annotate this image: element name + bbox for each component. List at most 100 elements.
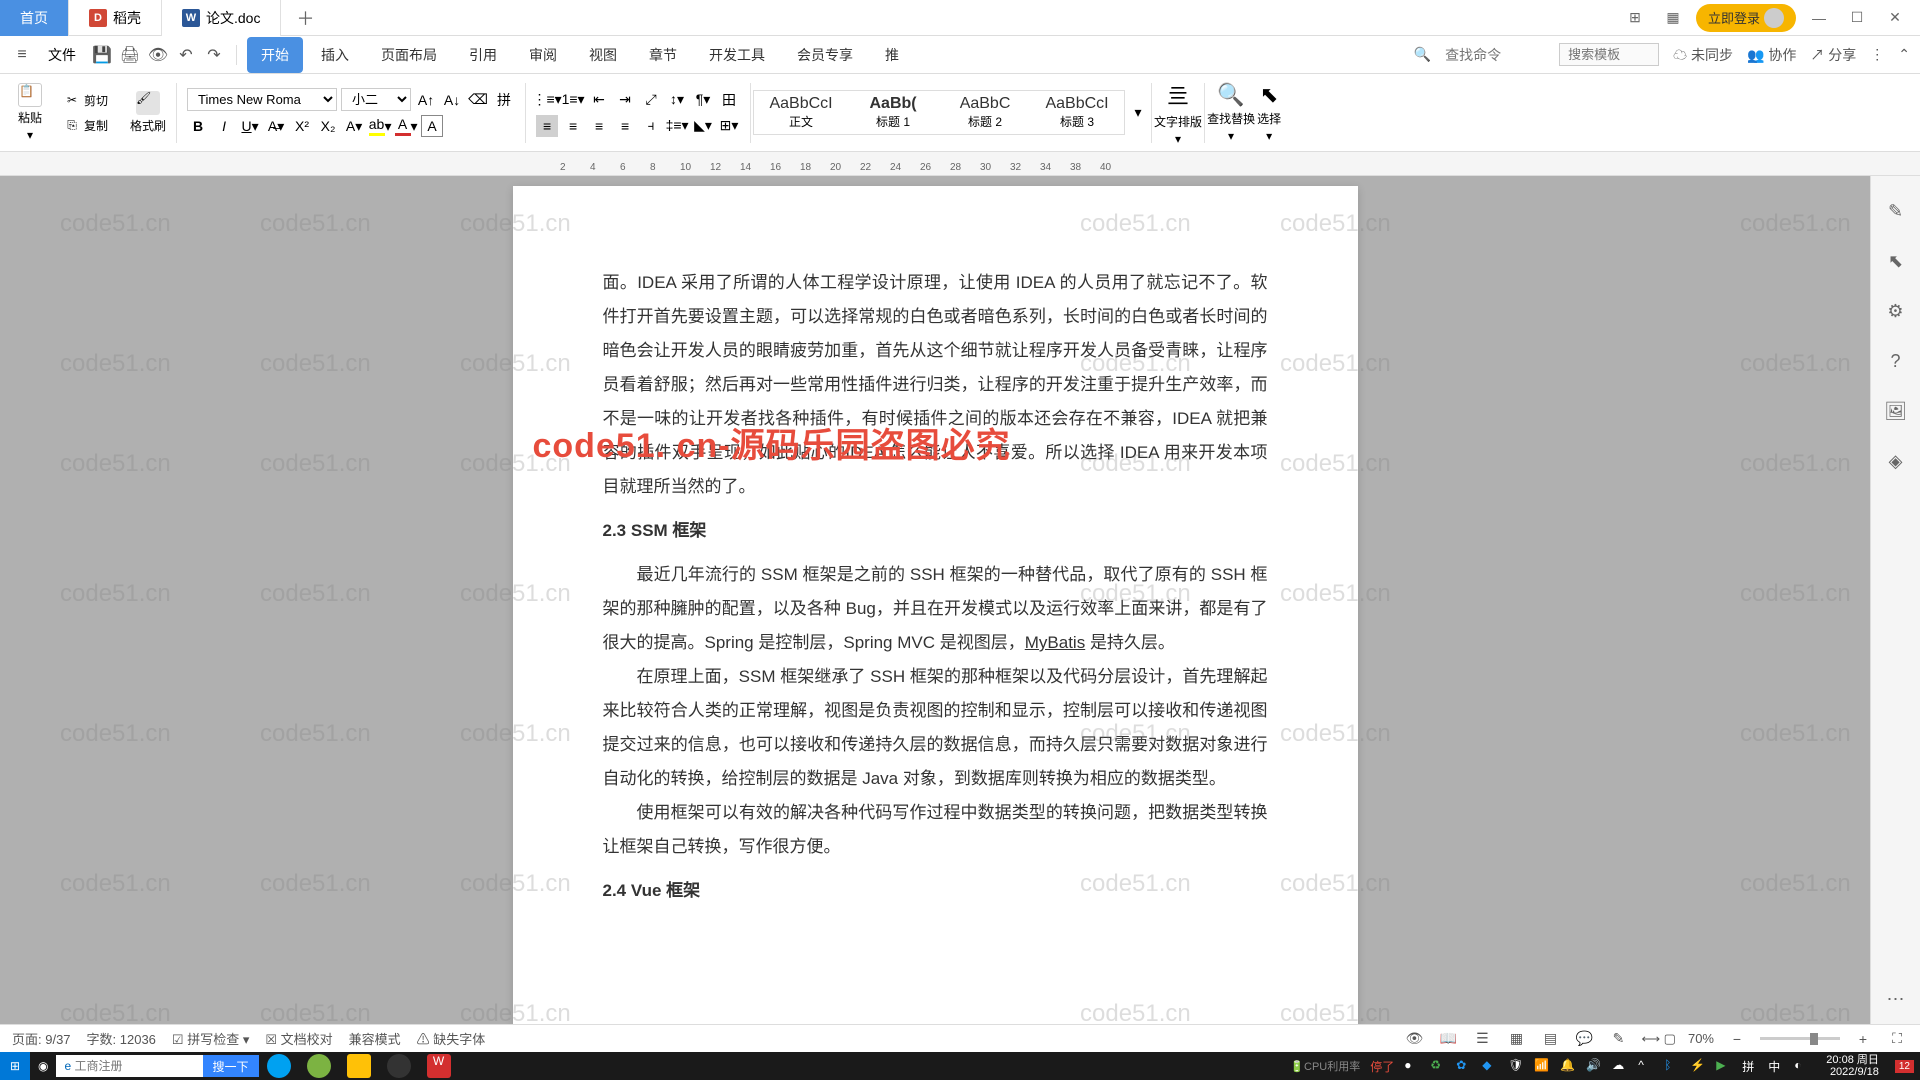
missing-font[interactable]: ⚠ 缺失字体 [417,1029,486,1048]
underline-button[interactable]: U▾ [239,115,261,137]
zoom-out-button[interactable]: − [1726,1028,1748,1050]
layout-icon[interactable]: ⊞ [1620,3,1650,33]
collab-button[interactable]: 👥 协作 [1747,45,1796,65]
doc-paragraph[interactable]: 在原理上面，SSM 框架继承了 SSH 框架的那种框架以及代码分层设计，首先理解… [603,660,1268,796]
line-height-button[interactable]: ‡≡▾ [666,115,688,137]
tray-icon[interactable]: ⚡ [1690,1058,1706,1074]
style-normal[interactable]: AaBbCcI正文 [756,93,846,132]
page-indicator[interactable]: 页面: 9/37 [12,1029,71,1048]
highlight-button[interactable]: ab▾ [369,115,391,137]
tray-icon[interactable]: ☁ [1612,1058,1628,1074]
print-icon[interactable]: 🖨 [118,43,142,67]
font-size-select[interactable]: 小二 [341,88,411,111]
menu-insert[interactable]: 插入 [307,37,363,73]
taskbar-search[interactable]: e [56,1055,202,1077]
tray-icon[interactable]: 🔔 [1560,1058,1576,1074]
copilot-icon[interactable]: ◉ [30,1052,56,1080]
style-more-button[interactable]: ▾ [1127,102,1149,124]
zoom-slider[interactable] [1760,1037,1840,1040]
tray-icon[interactable]: ✿ [1456,1058,1472,1074]
tray-icon[interactable]: ◐ [1794,1058,1810,1074]
web-view-icon[interactable]: ▦ [1505,1028,1527,1050]
align-center-button[interactable]: ≡ [562,115,584,137]
fullscreen-icon[interactable]: ⛶ [1886,1028,1908,1050]
menu-layout[interactable]: 页面布局 [367,37,451,73]
menu-chapter[interactable]: 章节 [635,37,691,73]
zoom-level[interactable]: 70% [1688,1031,1714,1046]
doc-paragraph[interactable]: 使用框架可以有效的解决各种代码写作过程中数据类型的转换问题，把数据类型转换让框架… [603,796,1268,864]
app-wps[interactable]: W [419,1052,459,1080]
reading-view-icon[interactable]: 📖 [1437,1028,1459,1050]
menu-view[interactable]: 视图 [575,37,631,73]
increase-indent-button[interactable]: ⇥ [614,89,636,111]
sort-button[interactable]: ⤢ [640,89,662,111]
styles-gallery[interactable]: AaBbCcI正文 AaBb(标题 1 AaBbC标题 2 AaBbCcI标题 … [753,90,1125,135]
compat-mode[interactable]: 兼容模式 [349,1029,401,1048]
doc-heading-ssm[interactable]: 2.3 SSM 框架 [603,514,1268,548]
file-menu[interactable]: 文件 [38,41,86,69]
tabs-button[interactable]: ⊞▾ [718,115,740,137]
tray-icon[interactable]: ◆ [1482,1058,1498,1074]
bullets-button[interactable]: ⋮≡▾ [536,89,558,111]
tray-icon[interactable]: 📶 [1534,1058,1550,1074]
align-right-button[interactable]: ≡ [588,115,610,137]
shrink-font-icon[interactable]: A↓ [441,89,463,111]
style-h3[interactable]: AaBbCcI标题 3 [1032,93,1122,132]
char-shading-button[interactable]: A [421,115,443,137]
maximize-button[interactable]: ☐ [1842,3,1872,33]
proofread-button[interactable]: ☒ 文档校对 [265,1029,332,1048]
align-justify-button[interactable]: ≡ [614,115,636,137]
ime-icon[interactable]: 中 [1768,1058,1784,1074]
zoom-in-button[interactable]: + [1852,1028,1874,1050]
share-button[interactable]: ↗ 分享 [1810,45,1856,65]
shading-button[interactable]: ◣▾ [692,115,714,137]
borders-button[interactable]: 田 [718,89,740,111]
font-color-button[interactable]: A▾ [395,115,417,137]
doc-paragraph[interactable]: 最近几年流行的 SSM 框架是之前的 SSH 框架的一种替代品，取代了原有的 S… [603,558,1268,660]
tab-new[interactable]: ＋ [281,5,329,31]
preview-icon[interactable]: 👁 [146,43,170,67]
italic-button[interactable]: I [213,115,235,137]
start-button[interactable]: ⊞ [0,1052,30,1080]
bluetooth-icon[interactable]: ᛒ [1664,1058,1680,1074]
mybatis-link[interactable]: MyBatis [1025,633,1085,652]
tray-icon[interactable]: ● [1404,1058,1420,1074]
cut-button[interactable]: ✂剪切 [60,90,112,111]
menu-more-icon[interactable]: ⋮ [1870,46,1884,63]
taskbar-search-input[interactable] [75,1059,195,1073]
menu-references[interactable]: 引用 [455,37,511,73]
find-replace-button[interactable]: 🔍查找替换▾ [1207,82,1255,143]
clear-format-icon[interactable]: ⌫ [467,89,489,111]
spell-check-button[interactable]: ☑ 拼写检查 ▾ [172,1029,249,1048]
copy-button[interactable]: ⎘复制 [60,115,112,136]
ruler[interactable]: 2468101214161820222426283032343840 [0,152,1920,176]
settings-icon[interactable]: ⚙ [1881,296,1911,326]
tray-icon[interactable]: 🔊 [1586,1058,1602,1074]
diamond-icon[interactable]: ◈ [1881,446,1911,476]
numbering-button[interactable]: 1≡▾ [562,89,584,111]
comment-icon[interactable]: 💬 [1573,1028,1595,1050]
word-count[interactable]: 字数: 12036 [87,1029,156,1048]
tray-icon[interactable]: ^ [1638,1058,1654,1074]
help-icon[interactable]: ? [1881,346,1911,376]
tray-icon[interactable]: 拼 [1742,1058,1758,1074]
style-h2[interactable]: AaBbC标题 2 [940,93,1030,132]
menu-member[interactable]: 会员专享 [783,37,867,73]
tab-document[interactable]: W论文.doc [162,0,281,36]
app-explorer[interactable] [339,1052,379,1080]
subscript-button[interactable]: X₂ [317,115,339,137]
notification-badge[interactable]: 12 [1895,1060,1914,1073]
font-name-select[interactable]: Times New Roma [187,88,337,111]
collapse-ribbon-icon[interactable]: ⌃ [1898,46,1910,63]
image-icon[interactable]: 🖼 [1881,396,1911,426]
pen-icon[interactable]: ✎ [1881,196,1911,226]
strike-button[interactable]: A̶▾ [265,115,287,137]
outline-view-icon[interactable]: ☰ [1471,1028,1493,1050]
menu-review[interactable]: 审阅 [515,37,571,73]
app-unknown[interactable] [379,1052,419,1080]
redo-icon[interactable]: ↷ [202,43,226,67]
fit-width-button[interactable]: ⟷ ▢ [1641,1031,1676,1047]
save-icon[interactable]: 💾 [90,43,114,67]
app-360[interactable] [299,1052,339,1080]
format-painter-button[interactable]: 🖌格式刷 [130,91,166,134]
